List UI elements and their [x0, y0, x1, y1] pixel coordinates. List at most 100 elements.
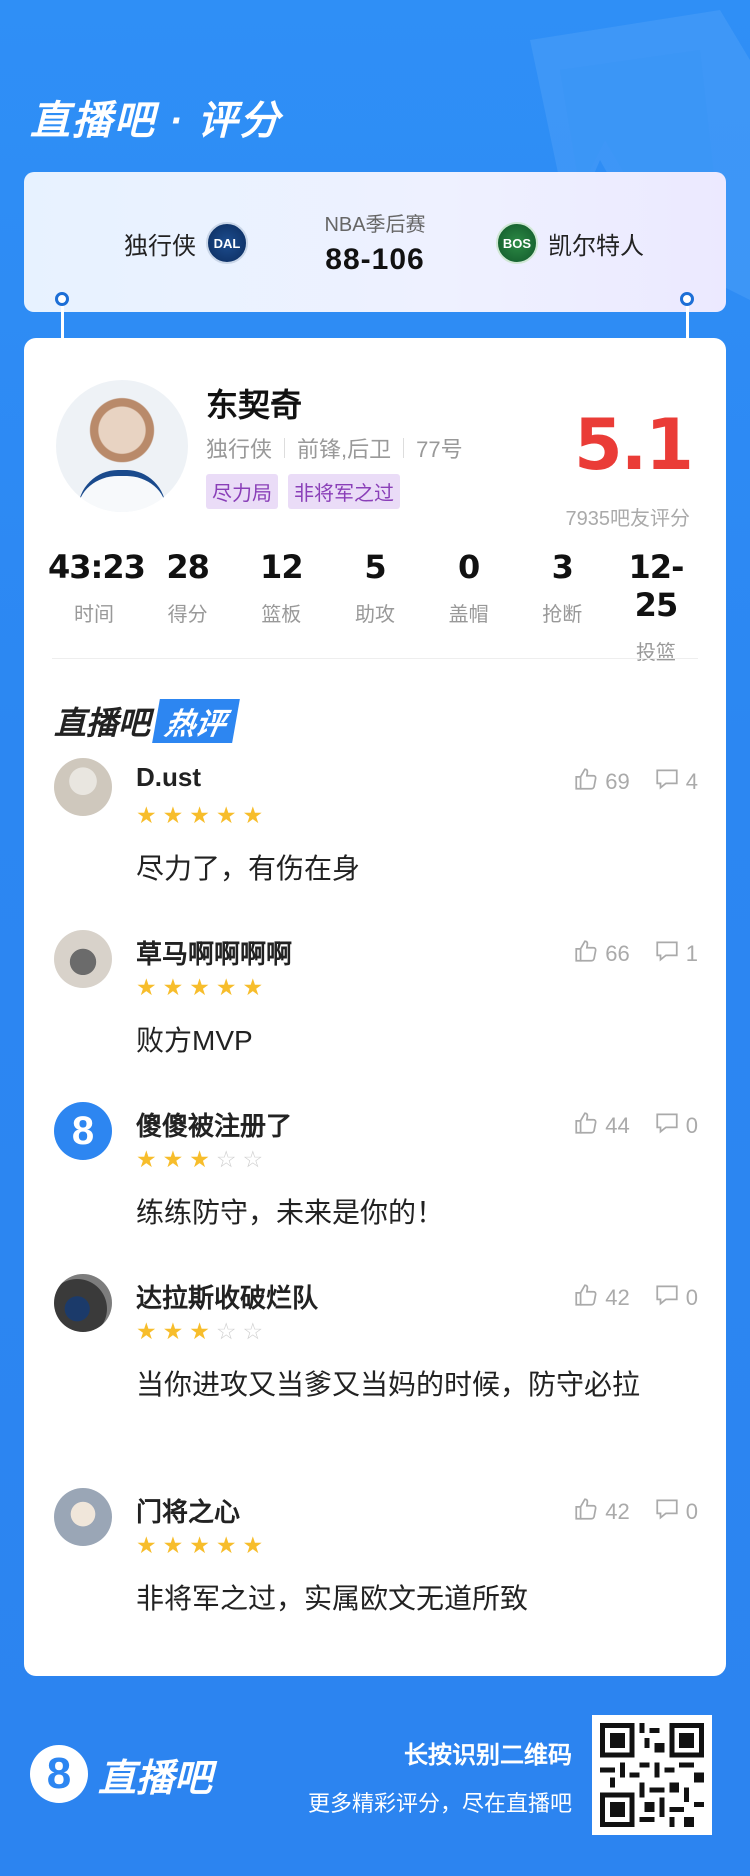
celtics-logo-icon: BOS — [496, 222, 538, 264]
like-button[interactable]: 44 — [573, 1110, 630, 1142]
comment-username[interactable]: D.ust — [136, 762, 201, 793]
page-title: 直播吧 · 评分 — [30, 99, 282, 143]
like-button[interactable]: 69 — [573, 766, 630, 798]
star-filled-icon: ★ — [242, 802, 264, 828]
like-count: 69 — [605, 769, 630, 794]
pin-top-left — [55, 292, 69, 306]
comment-stars: ★ ★ ★ ★ ★ — [136, 976, 263, 999]
star-filled-icon: ★ — [242, 1532, 264, 1558]
stat-label: 篮板 — [261, 604, 302, 626]
reply-button[interactable]: 0 — [654, 1282, 698, 1314]
player-stats: 43:23 时间 28 得分 12 篮板 5 助攻 0 盖帽 3 抢断 12-25 投篮 — [48, 548, 702, 665]
comment-text: 当你进攻又当爹又当妈的时候，防守必拉 — [136, 1369, 641, 1400]
star-filled-icon: ★ — [189, 1146, 210, 1172]
comment-bubble-icon — [654, 1496, 680, 1528]
footer-text: 长按识别二维码 更多精彩评分，尽在直播吧 — [308, 1735, 572, 1818]
cat-photo-avatar[interactable] — [54, 930, 112, 988]
comment-stars: ★ ★ ★ ★ ★ — [136, 1534, 263, 1557]
user-photo-avatar[interactable] — [54, 758, 112, 816]
brand-name: 直播吧 — [98, 1757, 213, 1800]
stat-value: 12 — [260, 548, 304, 586]
reply-button[interactable]: 4 — [654, 766, 698, 798]
star-filled-icon: ★ — [215, 974, 237, 1000]
stat-item: 12 篮板 — [235, 548, 327, 665]
comment-text: 非将军之过，实属欧文无道所致 — [136, 1583, 529, 1614]
stat-label: 得分 — [167, 604, 208, 626]
player-tag: 尽力局 — [206, 474, 278, 509]
stat-label: 时间 — [74, 604, 114, 626]
comment-text: 练练防守，未来是你的！ — [136, 1197, 445, 1228]
away-team[interactable]: BOS 凯尔特人 — [496, 222, 644, 264]
divider — [284, 438, 286, 458]
player-rating-card: 东契奇 独行侠 前锋,后卫 77号 尽力局 非将军之过 5.1 7935吧友评分… — [24, 338, 726, 1676]
qr-code[interactable] — [592, 1715, 712, 1835]
star-filled-icon: ★ — [242, 974, 264, 1000]
comment-item[interactable]: 8 傻傻被注册了 ★ ★ ★ ☆ ☆ 练练防守，未来是你的！ 44 0 — [48, 1102, 702, 1252]
rating-count: 7935吧友评分 — [565, 508, 691, 530]
like-button[interactable]: 66 — [573, 938, 630, 970]
comment-item[interactable]: 草马啊啊啊啊 ★ ★ ★ ★ ★ 败方MVP 66 1 — [48, 930, 702, 1080]
star-filled-icon: ★ — [136, 1532, 157, 1558]
hot-title-badge: 热评 — [152, 699, 240, 743]
like-count: 66 — [605, 941, 630, 966]
star-filled-icon: ★ — [215, 1532, 237, 1558]
stat-value: 3 — [551, 548, 574, 586]
footer-tagline: 更多精彩评分，尽在直播吧 — [307, 1791, 572, 1816]
comment-username[interactable]: 达拉斯收破烂队 — [136, 1278, 318, 1315]
section-divider — [52, 658, 698, 659]
star-filled-icon: ★ — [136, 1318, 157, 1344]
star-filled-icon: ★ — [189, 1318, 210, 1344]
star-filled-icon: ★ — [189, 802, 210, 828]
star-filled-icon: ★ — [189, 1532, 210, 1558]
hot-comments-title: 直播吧 热评 — [54, 698, 240, 744]
star-filled-icon: ★ — [136, 1146, 157, 1172]
team-photo-avatar[interactable] — [54, 1274, 112, 1332]
zhibo8-logo-icon: 8 — [30, 1745, 88, 1803]
comment-stars: ★ ★ ★ ★ ★ — [136, 804, 263, 827]
match-score-card[interactable]: 独行侠 DAL NBA季后赛 88-106 BOS 凯尔特人 — [24, 172, 726, 312]
comment-actions: 66 1 — [573, 938, 698, 970]
reply-count: 4 — [685, 769, 698, 794]
jersey-shape — [78, 470, 166, 512]
player-photo-avatar[interactable] — [54, 1488, 112, 1546]
comment-username[interactable]: 傻傻被注册了 — [136, 1106, 292, 1143]
stat-value: 43:23 — [48, 548, 146, 586]
comment-item[interactable]: D.ust ★ ★ ★ ★ ★ 尽力了，有伤在身 69 4 — [48, 758, 702, 908]
comment-actions: 42 0 — [573, 1282, 698, 1314]
player-meta: 独行侠 前锋,后卫 77号 — [206, 432, 463, 464]
comment-username[interactable]: 门将之心 — [136, 1492, 240, 1529]
reply-count: 0 — [685, 1113, 698, 1138]
stat-item: 0 盖帽 — [423, 548, 515, 665]
comment-username[interactable]: 草马啊啊啊啊 — [136, 934, 292, 971]
comment-bubble-icon — [654, 1110, 680, 1142]
stat-value: 12-25 — [628, 548, 685, 624]
like-button[interactable]: 42 — [573, 1282, 630, 1314]
star-filled-icon: ★ — [136, 974, 157, 1000]
reply-button[interactable]: 0 — [654, 1496, 698, 1528]
star-filled-icon: ★ — [162, 974, 184, 1000]
player-number: 77号 — [416, 437, 463, 462]
star-empty-icon: ☆ — [215, 1318, 237, 1344]
star-empty-icon: ☆ — [242, 1146, 264, 1172]
footer-brand: 8 直播吧 — [30, 1745, 212, 1803]
thumbs-up-icon — [573, 1110, 599, 1142]
pin-top-right — [680, 292, 694, 306]
star-filled-icon: ★ — [162, 1532, 184, 1558]
thumbs-up-icon — [573, 1282, 599, 1314]
reply-button[interactable]: 1 — [654, 938, 698, 970]
star-filled-icon: ★ — [162, 1318, 184, 1344]
reply-button[interactable]: 0 — [654, 1110, 698, 1142]
like-count: 44 — [605, 1113, 630, 1138]
like-button[interactable]: 42 — [573, 1496, 630, 1528]
stat-item: 28 得分 — [142, 548, 234, 665]
comment-actions: 69 4 — [573, 766, 698, 798]
comment-text: 尽力了，有伤在身 — [136, 853, 361, 884]
star-empty-icon: ☆ — [215, 1146, 237, 1172]
zhibo8-logo-avatar[interactable]: 8 — [54, 1102, 112, 1160]
comment-item[interactable]: 门将之心 ★ ★ ★ ★ ★ 非将军之过，实属欧文无道所致 42 0 — [48, 1488, 702, 1638]
comment-item[interactable]: 达拉斯收破烂队 ★ ★ ★ ☆ ☆ 当你进攻又当爹又当妈的时候，防守必拉 42 0 — [48, 1274, 702, 1424]
stat-item: 3 抢断 — [516, 548, 608, 665]
reply-count: 0 — [685, 1499, 698, 1524]
player-photo[interactable] — [56, 380, 188, 512]
comment-actions: 42 0 — [573, 1496, 698, 1528]
